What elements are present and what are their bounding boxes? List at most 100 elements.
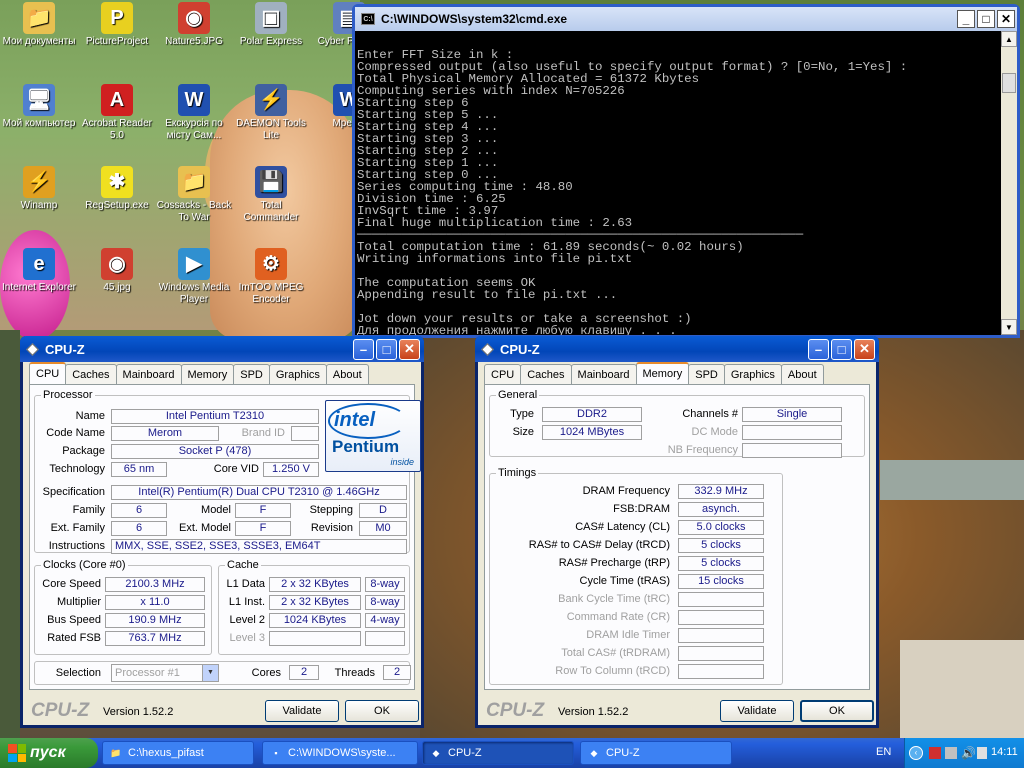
cpuz-titlebar[interactable]: CPU-Z – □ ✕ — [475, 336, 879, 362]
desktop-icon[interactable]: e Internet Explorer — [0, 248, 78, 294]
tab-caches[interactable]: Caches — [65, 364, 117, 384]
timing-value: 5 clocks — [678, 556, 764, 571]
tab-about[interactable]: About — [325, 364, 369, 384]
busspeed-value: 190.9 MHz — [105, 613, 205, 628]
app-icon: ◉ — [178, 2, 210, 34]
tab-mainboard[interactable]: Mainboard — [115, 364, 182, 384]
desktop-icon[interactable]: 📁 Cossacks - Back To War — [155, 166, 233, 224]
codename-label: Code Name — [46, 427, 105, 439]
minimize-button[interactable]: – — [808, 338, 829, 360]
cores-label: Cores — [251, 667, 281, 679]
scroll-up-icon[interactable]: ▲ — [1001, 31, 1017, 47]
validate-button[interactable]: Validate — [720, 700, 794, 722]
app-icon: 📁 — [23, 2, 55, 34]
size-label: Size — [512, 426, 534, 438]
desktop-icon[interactable]: ✱ RegSetup.exe — [78, 166, 156, 212]
version-label: Version 1.52.2 — [103, 706, 174, 718]
desktop-icon[interactable]: ◉ Nature5.JPG — [155, 2, 233, 48]
processor-select[interactable]: Processor #1 ▼ — [111, 664, 219, 682]
maximize-button[interactable]: □ — [831, 338, 852, 360]
volume-icon[interactable]: 🔊 — [961, 746, 976, 760]
multiplier-value: x 11.0 — [105, 595, 205, 610]
timing-value: 15 clocks — [678, 574, 764, 589]
desktop-icon[interactable]: 📁 Мои документы — [0, 2, 78, 48]
tab-memory[interactable]: Memory — [180, 364, 235, 384]
desktop-icon-label: Мой компьютер — [2, 118, 76, 129]
tab-cpu[interactable]: CPU — [484, 364, 522, 384]
cmd-window[interactable]: C:\ C:\WINDOWS\system32\cmd.exe _ □ ✕ En… — [352, 4, 1020, 338]
desktop-icon[interactable]: 💾 Total Commander — [232, 166, 310, 224]
desktop-icon[interactable]: ◉ 45.jpg — [78, 248, 156, 294]
instructions-value: MMX, SSE, SSE2, SSE3, SSSE3, EM64T — [111, 539, 407, 554]
language-indicator[interactable]: EN — [876, 746, 891, 758]
desktop-icon[interactable]: ▶ Windows Media Player — [155, 248, 233, 306]
minimize-button[interactable]: – — [353, 338, 374, 360]
tab-spd[interactable]: SPD — [688, 364, 725, 384]
tab-bar: CPU Caches Mainboard Memory SPD Graphics About — [484, 362, 824, 384]
close-button[interactable]: ✕ — [997, 10, 1015, 28]
revision-value: M0 — [359, 521, 407, 536]
taskbar-button[interactable]: ◆ CPU-Z — [422, 741, 574, 765]
corevid-label: Core VID — [213, 463, 259, 475]
desktop-icon-label: Мои документы — [2, 36, 76, 47]
validate-button[interactable]: Validate — [265, 700, 339, 722]
ok-button[interactable]: OK — [800, 700, 874, 722]
monitor-icon[interactable] — [945, 747, 957, 759]
tab-spd[interactable]: SPD — [233, 364, 270, 384]
safely-remove-icon[interactable] — [977, 747, 987, 759]
maximize-button[interactable]: □ — [977, 10, 995, 28]
tab-graphics[interactable]: Graphics — [723, 364, 782, 384]
app-icon: ⚡ — [255, 84, 287, 116]
l1inst-value: 2 x 32 KBytes — [269, 595, 361, 610]
tray-expand-icon[interactable]: ‹ — [909, 746, 923, 760]
desktop-icon[interactable]: ⚡ DAEMON Tools Lite — [232, 84, 310, 142]
ok-button[interactable]: OK — [345, 700, 419, 722]
taskbar-button[interactable]: ◆ CPU-Z — [580, 741, 732, 765]
app-icon: W — [178, 84, 210, 116]
tab-cpu[interactable]: CPU — [29, 362, 67, 384]
intel-pentium-logo: intel Pentium inside — [325, 400, 421, 472]
tab-caches[interactable]: Caches — [520, 364, 572, 384]
close-button[interactable]: ✕ — [854, 338, 875, 360]
version-label: Version 1.52.2 — [558, 706, 629, 718]
desktop-icon[interactable]: W Екскурсія по місту Сам... — [155, 84, 233, 142]
windows-logo-icon — [8, 744, 26, 762]
cpuz-titlebar[interactable]: CPU-Z – □ ✕ — [20, 336, 424, 362]
family-value: 6 — [111, 503, 167, 518]
desktop-icon-label: Total Commander — [243, 200, 299, 223]
start-button[interactable]: пуск — [0, 738, 98, 768]
tab-memory[interactable]: Memory — [635, 362, 690, 384]
chevron-down-icon[interactable]: ▼ — [202, 665, 218, 681]
close-button[interactable]: ✕ — [399, 338, 420, 360]
desktop-icon[interactable]: 🖥 Мой компьютер — [0, 84, 78, 130]
console-line: Appending result to file pi.txt ... — [357, 288, 618, 302]
minimize-button[interactable]: _ — [957, 10, 975, 28]
tab-mainboard[interactable]: Mainboard — [570, 364, 637, 384]
cpu-panel: Processor Name Intel Pentium T2310 Code … — [29, 384, 421, 690]
scroll-down-icon[interactable]: ▼ — [1001, 319, 1017, 335]
network-icon[interactable] — [929, 747, 941, 759]
channels-label: Channels # — [682, 408, 738, 420]
desktop-icon[interactable]: ⚙ ImTOO MPEG Encoder — [232, 248, 310, 306]
desktop-icon-label: 45.jpg — [103, 282, 131, 293]
desktop-icon[interactable]: ⚡ Winamp — [0, 166, 78, 212]
taskbar-button[interactable]: ▪ C:\WINDOWS\syste... — [262, 741, 418, 765]
taskbar-button[interactable]: 📁 C:\hexus_pifast — [102, 741, 254, 765]
timing-value — [678, 628, 764, 643]
cmd-titlebar[interactable]: C:\ C:\WINDOWS\system32\cmd.exe _ □ ✕ — [355, 7, 1017, 31]
tab-bar: CPU Caches Mainboard Memory SPD Graphics About — [29, 362, 369, 384]
maximize-button[interactable]: □ — [376, 338, 397, 360]
cpuz-window-memory[interactable]: CPU-Z – □ ✕ CPU Caches Mainboard Memory SPD G… — [475, 336, 879, 728]
console-scrollbar[interactable]: ▲ ▼ — [1001, 31, 1017, 335]
timing-label: RAS# Precharge (tRP) — [558, 557, 670, 569]
tab-about[interactable]: About — [780, 364, 824, 384]
console-output[interactable]: Enter FFT Size in k : Compressed output (… — [355, 31, 1001, 335]
stepping-label: Stepping — [309, 504, 353, 516]
scroll-thumb[interactable] — [1002, 73, 1016, 93]
tab-graphics[interactable]: Graphics — [268, 364, 327, 384]
clock[interactable]: 14:11 — [991, 746, 1018, 758]
desktop-icon[interactable]: P PictureProject — [78, 2, 156, 48]
desktop-icon[interactable]: A Acrobat Reader 5.0 — [78, 84, 156, 142]
cpuz-window-cpu[interactable]: CPU-Z – □ ✕ CPU Caches Mainboard Memory SPD G… — [20, 336, 424, 728]
desktop-icon[interactable]: ▣ Polar Express — [232, 2, 310, 48]
